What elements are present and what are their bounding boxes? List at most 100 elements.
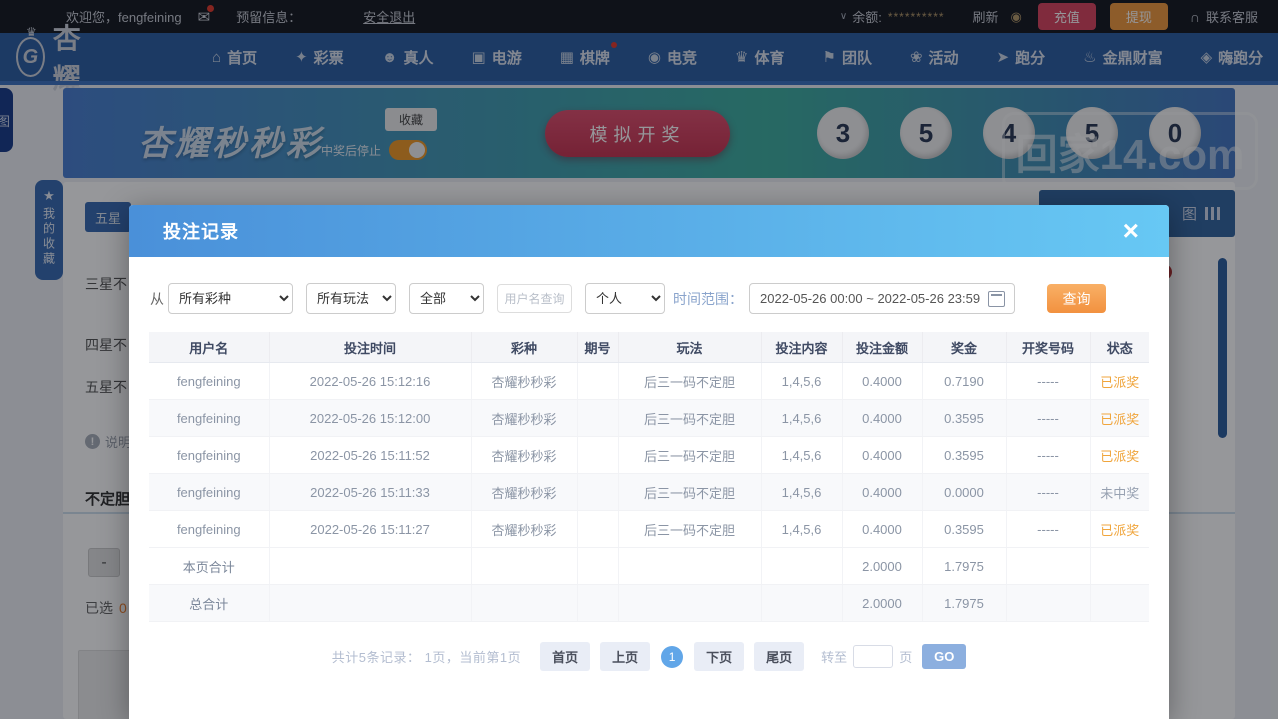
table-cell: 1.7975 xyxy=(922,547,1007,585)
status-select[interactable]: 全部 xyxy=(409,283,484,314)
table-cell: fengfeining xyxy=(149,436,270,474)
table-row: fengfeining 2022-05-26 15:11:52 杏耀秒秒彩 后三一码不… xyxy=(149,436,1149,474)
prev-page-button[interactable]: 上页 xyxy=(600,642,651,671)
page-unit-label: 页 xyxy=(899,650,913,665)
table-header-cell: 期号 xyxy=(577,332,619,363)
from-label: 从 xyxy=(150,290,164,307)
table-cell xyxy=(577,473,619,511)
table-cell: 1.7975 xyxy=(922,584,1007,622)
table-cell: 杏耀秒秒彩 xyxy=(471,473,578,511)
table-cell xyxy=(577,584,619,622)
table-cell xyxy=(1006,547,1091,585)
pagination: 共计5条记录： 1页，当前第1页 首页 上页 1 下页 尾页 转至 页 GO xyxy=(149,642,1149,671)
modal-header: 投注记录 × xyxy=(129,205,1169,257)
table-cell xyxy=(269,547,472,585)
lottery-type-select[interactable]: 所有彩种 xyxy=(168,283,293,314)
app-root: 欢迎您，fengfeining ✉ 预留信息： 安全退出 ∨ 余额: *****… xyxy=(0,0,1278,719)
status-cell: 已派奖 xyxy=(1090,399,1149,437)
next-page-button[interactable]: 下页 xyxy=(694,642,745,671)
table-cell: 1,4,5,6 xyxy=(761,362,843,400)
goto-label: 转至 xyxy=(821,650,848,665)
table-header-cell: 投注时间 xyxy=(269,332,472,363)
table-cell: 2022-05-26 15:12:16 xyxy=(269,362,472,400)
table-cell: 0.7190 xyxy=(922,362,1007,400)
calendar-icon xyxy=(988,290,1006,307)
table-header-cell: 投注内容 xyxy=(761,332,843,363)
table-cell: fengfeining xyxy=(149,473,270,511)
current-page-button[interactable]: 1 xyxy=(661,645,684,668)
status-cell: 未中奖 xyxy=(1090,473,1149,511)
table-cell xyxy=(471,584,578,622)
table-cell: 0.4000 xyxy=(842,510,923,548)
table-cell: 杏耀秒秒彩 xyxy=(471,436,578,474)
table-cell: ----- xyxy=(1006,436,1091,474)
filter-row: 从 所有彩种 所有玩法 全部 个人 时间范围： 2022-05-26 00:00… xyxy=(150,283,1106,314)
query-button[interactable]: 查询 xyxy=(1047,284,1106,313)
table-cell xyxy=(1090,547,1149,585)
play-type-select[interactable]: 所有玩法 xyxy=(306,283,396,314)
first-page-button[interactable]: 首页 xyxy=(540,642,591,671)
table-cell: 2022-05-26 15:11:33 xyxy=(269,473,472,511)
table-cell: 0.0000 xyxy=(922,473,1007,511)
table-cell xyxy=(471,547,578,585)
table-cell: 0.4000 xyxy=(842,473,923,511)
table-cell: 1,4,5,6 xyxy=(761,473,843,511)
scope-select[interactable]: 个人 xyxy=(585,283,665,314)
close-icon[interactable]: × xyxy=(1123,217,1139,245)
table-cell: 2.0000 xyxy=(842,547,923,585)
table-cell: 杏耀秒秒彩 xyxy=(471,362,578,400)
table-cell: 杏耀秒秒彩 xyxy=(471,399,578,437)
last-page-button[interactable]: 尾页 xyxy=(754,642,805,671)
table-header-cell: 奖金 xyxy=(922,332,1007,363)
table-header-cell: 玩法 xyxy=(618,332,762,363)
bet-records-modal: 投注记录 × 从 所有彩种 所有玩法 全部 个人 时间范围： 2022-05-2… xyxy=(129,205,1169,719)
table-cell: 总合计 xyxy=(149,584,270,622)
table-cell: 后三一码不定胆 xyxy=(618,362,762,400)
table-cell: 2022-05-26 15:11:52 xyxy=(269,436,472,474)
summary-row: 总合计 2.0000 1.7975 xyxy=(149,584,1149,622)
table-cell: 2022-05-26 15:11:27 xyxy=(269,510,472,548)
table-cell: 0.3595 xyxy=(922,399,1007,437)
go-button[interactable]: GO xyxy=(922,644,967,669)
table-cell: 后三一码不定胆 xyxy=(618,399,762,437)
table-header-cell: 投注金额 xyxy=(842,332,923,363)
table-cell: 本页合计 xyxy=(149,547,270,585)
status-cell: 已派奖 xyxy=(1090,510,1149,548)
table-cell: 后三一码不定胆 xyxy=(618,510,762,548)
table-cell xyxy=(1006,584,1091,622)
table-cell xyxy=(577,436,619,474)
table-cell: 杏耀秒秒彩 xyxy=(471,510,578,548)
table-cell xyxy=(577,510,619,548)
table-cell: 0.3595 xyxy=(922,436,1007,474)
date-range-input[interactable]: 2022-05-26 00:00 ~ 2022-05-26 23:59 xyxy=(749,283,1015,314)
table-header-cell: 用户名 xyxy=(149,332,270,363)
table-row: fengfeining 2022-05-26 15:12:00 杏耀秒秒彩 后三一码不… xyxy=(149,399,1149,437)
goto-page-input[interactable] xyxy=(853,645,894,668)
table-cell: 1,4,5,6 xyxy=(761,510,843,548)
modal-title: 投注记录 xyxy=(163,222,239,242)
table-cell: ----- xyxy=(1006,362,1091,400)
table-cell: 1,4,5,6 xyxy=(761,399,843,437)
username-search-input[interactable] xyxy=(497,284,572,313)
table-cell xyxy=(618,584,762,622)
table-header-cell: 彩种 xyxy=(471,332,578,363)
table-row: fengfeining 2022-05-26 15:12:16 杏耀秒秒彩 后三一码不… xyxy=(149,362,1149,400)
table-cell xyxy=(618,547,762,585)
table-cell xyxy=(269,584,472,622)
table-cell xyxy=(1090,584,1149,622)
date-range-value: 2022-05-26 00:00 ~ 2022-05-26 23:59 xyxy=(760,291,981,306)
table-cell xyxy=(577,547,619,585)
table-cell: 后三一码不定胆 xyxy=(618,436,762,474)
table-cell: ----- xyxy=(1006,399,1091,437)
table-cell: fengfeining xyxy=(149,362,270,400)
records-count-text: 共计5条记录： 1页，当前第1页 xyxy=(331,650,522,665)
table-header-cell: 开奖号码 xyxy=(1006,332,1091,363)
summary-row: 本页合计 2.0000 1.7975 xyxy=(149,547,1149,585)
table-cell: 2022-05-26 15:12:00 xyxy=(269,399,472,437)
time-range-label: 时间范围： xyxy=(673,290,743,307)
table-cell xyxy=(577,362,619,400)
table-cell xyxy=(761,547,843,585)
table-cell: fengfeining xyxy=(149,399,270,437)
table-cell: ----- xyxy=(1006,510,1091,548)
table-cell: 0.4000 xyxy=(842,362,923,400)
